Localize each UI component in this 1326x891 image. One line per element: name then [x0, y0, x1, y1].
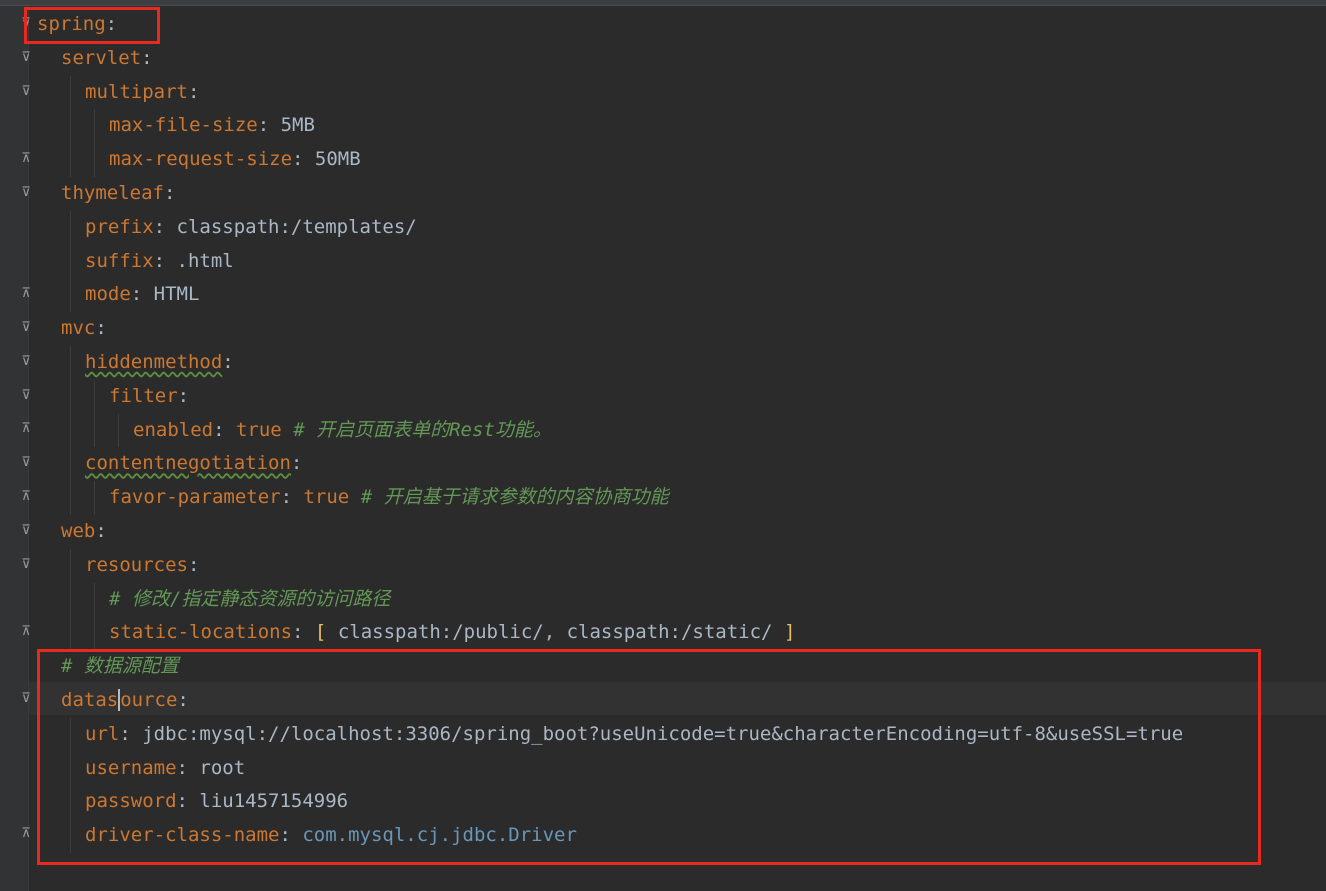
yaml-value: .html: [176, 249, 234, 272]
code-line[interactable]: # 修改/指定静态资源的访问路径: [37, 582, 1326, 617]
yaml-key: enabled: [133, 418, 214, 441]
yaml-value: 5MB: [280, 114, 315, 137]
code-line[interactable]: multipart:: [37, 75, 1326, 110]
fold-close-icon[interactable]: ⊼: [19, 422, 33, 436]
editor-gutter: [0, 6, 28, 891]
fold-open-icon[interactable]: ⊽: [19, 85, 33, 99]
code-line[interactable]: enabled: true # 开启页面表单的Rest功能。: [37, 413, 1326, 448]
code-line[interactable]: max-request-size: 50MB: [37, 143, 1326, 177]
code-line[interactable]: filter:: [37, 379, 1326, 414]
fold-open-icon[interactable]: ⊽: [19, 524, 33, 538]
yaml-key: mode: [85, 283, 131, 306]
editor-top-border: [0, 0, 1326, 6]
fold-open-icon[interactable]: ⊽: [19, 456, 33, 470]
yaml-value: 50MB: [314, 148, 361, 171]
code-line[interactable]: thymeleaf:: [37, 177, 1326, 211]
yaml-key: mvc: [61, 317, 96, 340]
yaml-key: suffix: [85, 249, 154, 272]
code-line[interactable]: suffix: .html: [37, 244, 1326, 279]
yaml-key: prefix: [85, 215, 154, 238]
yaml-key: contentnegotiation: [85, 452, 291, 475]
gutter-separator: [28, 6, 29, 891]
code-line[interactable]: max-file-size: 5MB: [37, 109, 1326, 143]
code-line[interactable]: contentnegotiation:: [37, 447, 1326, 481]
yaml-comment: # 修改/指定静态资源的访问路径: [109, 587, 391, 610]
fold-open-icon[interactable]: ⊽: [19, 355, 33, 369]
yaml-key: servlet: [61, 46, 142, 69]
yaml-value: classpath:/public/, classpath:/static/: [326, 621, 784, 644]
yaml-key: max-request-size: [109, 148, 293, 171]
fold-close-icon[interactable]: ⊼: [19, 490, 33, 504]
yaml-key: filter: [109, 384, 178, 407]
yaml-comment: # 开启基于请求参数的内容协商功能: [360, 486, 669, 509]
yaml-key: multipart: [85, 80, 188, 103]
yaml-bracket: [: [314, 621, 327, 644]
fold-open-icon[interactable]: ⊽: [19, 186, 33, 200]
yaml-key: resources: [85, 553, 188, 576]
yaml-key: thymeleaf: [61, 181, 164, 204]
fold-open-icon[interactable]: ⊽: [19, 692, 33, 706]
highlight-box-datasource: [37, 649, 1261, 865]
code-line[interactable]: prefix: classpath:/templates/: [37, 210, 1326, 245]
fold-close-icon[interactable]: ⊼: [19, 827, 33, 841]
code-line[interactable]: static-locations: [ classpath:/public/, …: [37, 616, 1326, 650]
yaml-key: favor-parameter: [109, 486, 281, 509]
fold-close-icon[interactable]: ⊼: [19, 152, 33, 166]
yaml-key: static-locations: [109, 621, 293, 644]
fold-open-icon[interactable]: ⊽: [19, 51, 33, 65]
yaml-value: HTML: [153, 283, 200, 306]
yaml-value: classpath:/templates/: [176, 215, 417, 238]
yaml-bool: true: [303, 486, 350, 509]
highlight-box-spring: [24, 7, 160, 44]
fold-open-icon[interactable]: ⊽: [19, 558, 33, 572]
code-line[interactable]: spring:: [37, 8, 1326, 42]
code-line[interactable]: mvc:: [37, 312, 1326, 346]
code-line[interactable]: favor-parameter: true # 开启基于请求参数的内容协商功能: [37, 481, 1326, 515]
fold-close-icon[interactable]: ⊼: [19, 625, 33, 639]
fold-open-icon[interactable]: ⊽: [19, 321, 33, 335]
fold-open-icon[interactable]: ⊽: [19, 389, 33, 403]
fold-close-icon[interactable]: ⊼: [19, 287, 33, 301]
yaml-bracket: ]: [783, 621, 796, 644]
code-line[interactable]: resources:: [37, 548, 1326, 583]
code-line[interactable]: web:: [37, 515, 1326, 549]
yaml-key: web: [61, 519, 96, 542]
code-line[interactable]: servlet:: [37, 42, 1326, 76]
yaml-comment: # 开启页面表单的Rest功能。: [293, 418, 552, 441]
code-line[interactable]: hiddenmethod:: [37, 345, 1326, 380]
yaml-bool: true: [235, 418, 282, 441]
yaml-key: max-file-size: [109, 114, 258, 137]
yaml-key: hiddenmethod: [85, 350, 223, 373]
code-line[interactable]: mode: HTML: [37, 278, 1326, 312]
